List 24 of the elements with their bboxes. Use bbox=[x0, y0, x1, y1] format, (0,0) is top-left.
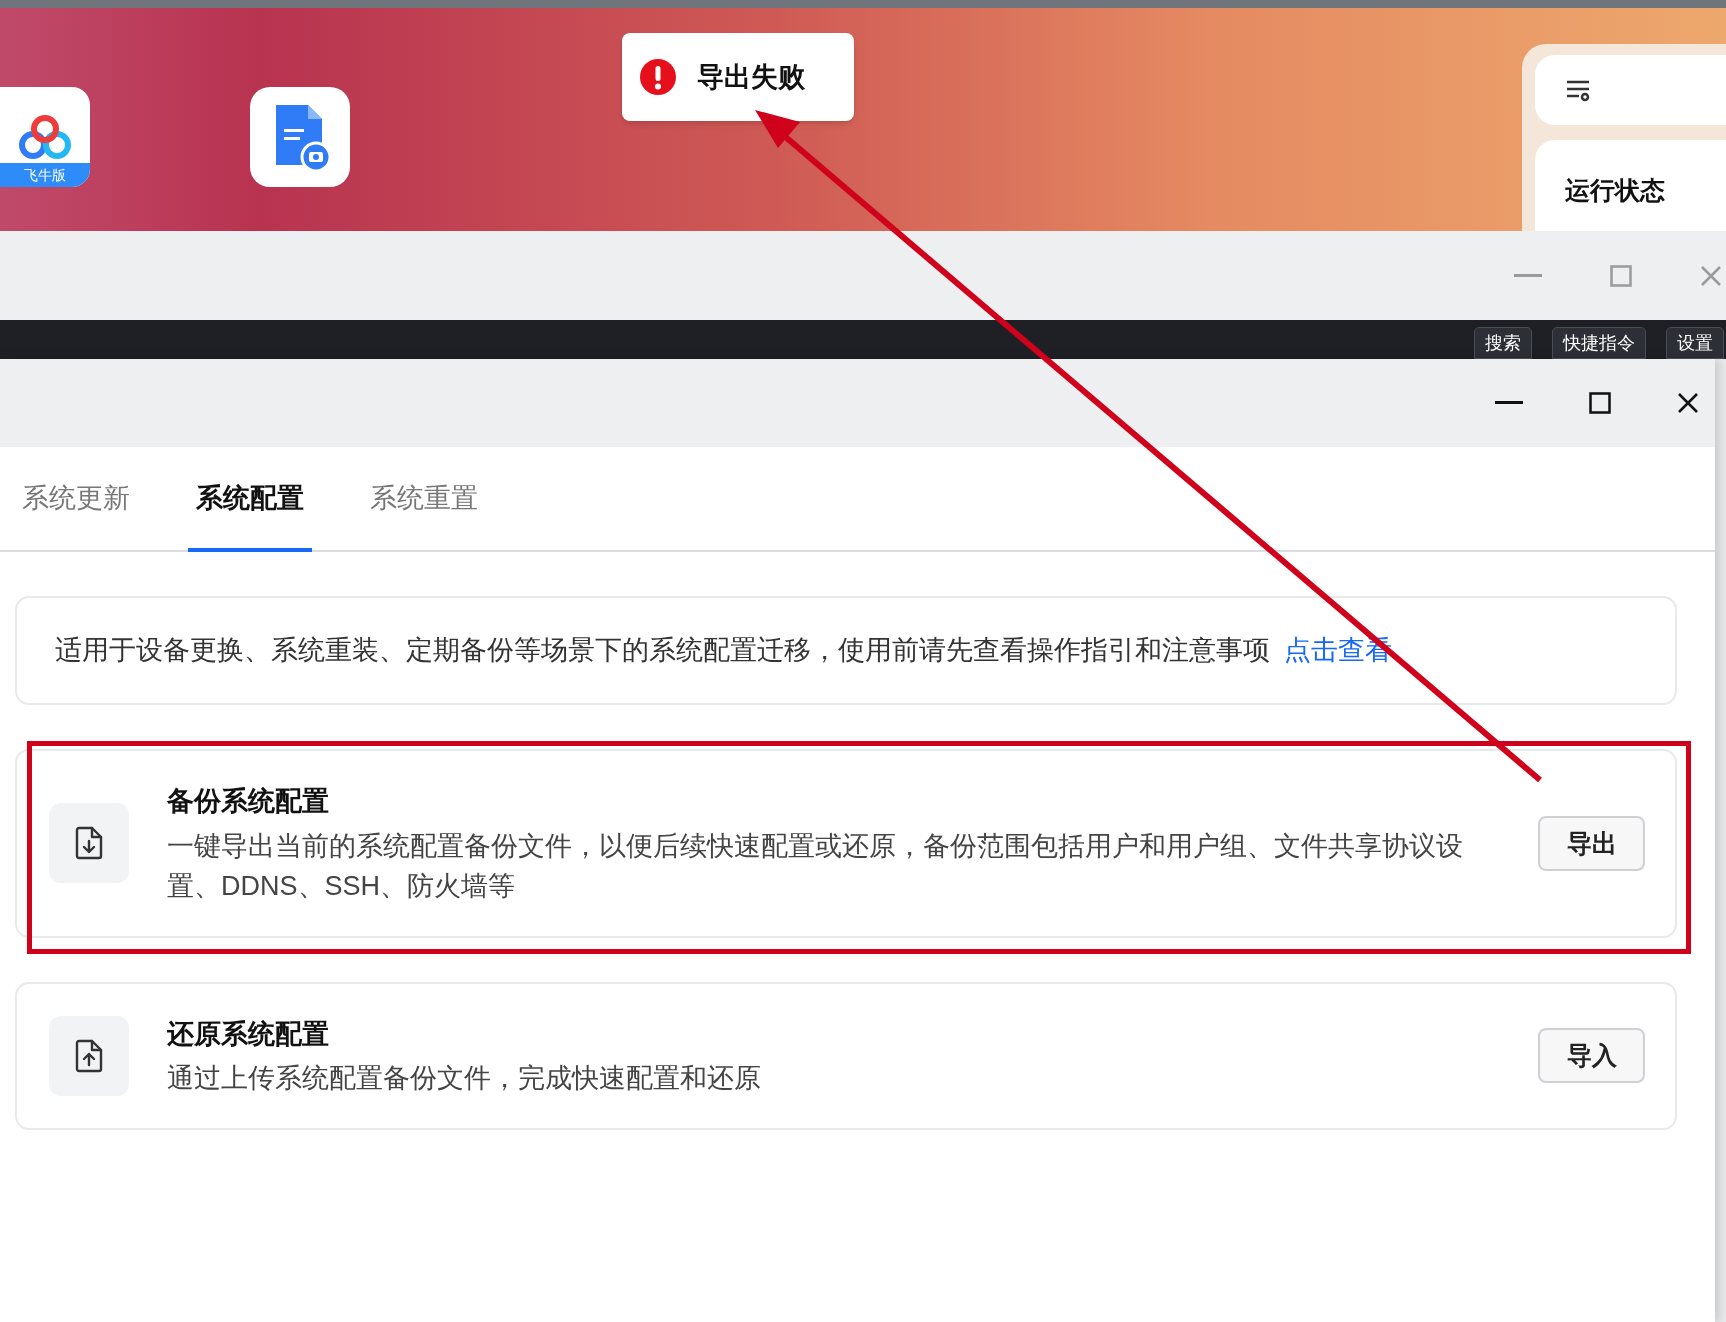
toolbar-button[interactable]: 快捷指令 bbox=[1552, 327, 1646, 359]
file-upload-icon bbox=[74, 1038, 104, 1073]
tab[interactable]: 系统重置 bbox=[370, 470, 478, 552]
widget-title: 运行状态 bbox=[1565, 176, 1665, 204]
tab[interactable]: 系统更新 bbox=[22, 470, 130, 552]
card-title: 还原系统配置 bbox=[167, 1017, 330, 1051]
close-icon[interactable] bbox=[1677, 392, 1699, 414]
toast-text: 导出失败 bbox=[697, 60, 805, 94]
filter-list-icon[interactable] bbox=[1565, 78, 1591, 102]
card-description: 一键导出当前的系统配置备份文件，以便后续快速配置或还原，备份范围包括用户和用户组、文件共享协议设置、DDNS、SSH、防火墙等 bbox=[167, 829, 1464, 903]
toolbar-button[interactable]: 搜索 bbox=[1474, 327, 1532, 359]
app-badge: 飞牛版 bbox=[0, 163, 90, 187]
export-button[interactable]: 导出 bbox=[1538, 815, 1645, 871]
notice-text: 适用于设备更换、系统重装、定期备份等场景下的系统配置迁移，使用前请先查看操作指引和注意事项 bbox=[55, 634, 1270, 668]
file-download-icon bbox=[74, 826, 104, 861]
minimize-icon[interactable] bbox=[1495, 401, 1523, 405]
card-description: 通过上传系统配置备份文件，完成快速配置和还原 bbox=[167, 1062, 762, 1095]
import-button[interactable]: 导入 bbox=[1538, 1028, 1645, 1084]
toolbar-button[interactable]: 设置 bbox=[1666, 327, 1724, 359]
card-title: 备份系统配置 bbox=[167, 785, 330, 818]
error-icon bbox=[639, 58, 677, 96]
app-icon[interactable] bbox=[250, 87, 350, 187]
maximize-icon[interactable] bbox=[1589, 392, 1611, 414]
tab[interactable]: 系统配置 bbox=[188, 470, 312, 552]
